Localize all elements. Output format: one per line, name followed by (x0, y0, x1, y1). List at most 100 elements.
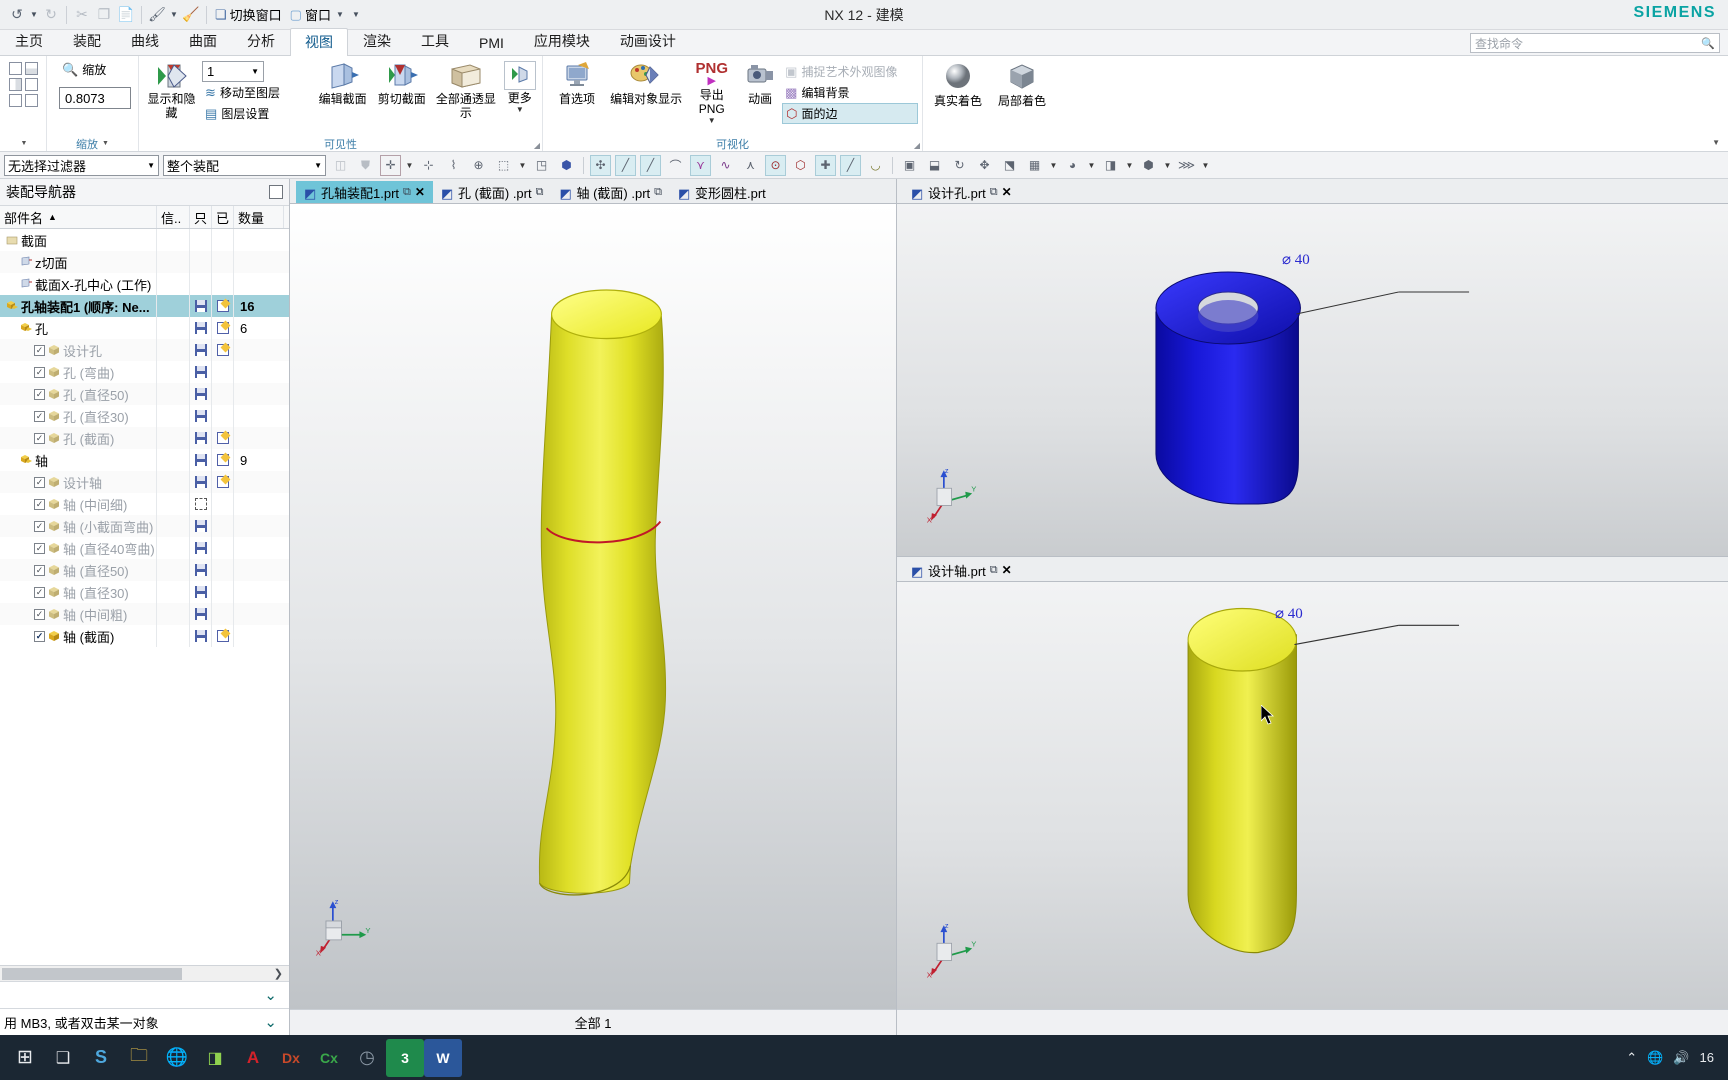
ribbon-tab-assembly[interactable]: 装配 (58, 27, 116, 55)
face-edges-button[interactable]: ⬡ 面的边 (782, 103, 918, 124)
face-select-icon[interactable]: ◳ (531, 155, 552, 176)
assembly-tree[interactable]: 截面 z切面 截面X-孔中心 (工作) 孔轴装配1 (顺序: Ne... 16 孔 6 ✓ 设计… (0, 229, 289, 965)
more-visibility-dropdown-icon[interactable]: ▼ (516, 105, 524, 114)
tree-row-name-cell[interactable]: ✓ 设计孔 (0, 339, 157, 361)
visibility-group-expand-icon[interactable]: ◢ (534, 141, 540, 150)
tree-row-checkbox[interactable]: ✓ (34, 564, 45, 576)
copy-icon[interactable]: ⧉ (990, 564, 998, 577)
copy-icon[interactable]: ⧉ (654, 186, 662, 199)
datum-icon[interactable]: ✚ (815, 154, 836, 176)
view-orient-dropdown-icon[interactable]: ▼ (1049, 161, 1058, 170)
layout-two-horizontal-icon[interactable] (25, 62, 38, 75)
tree-row-name-cell[interactable]: 孔轴装配1 (顺序: Ne... (0, 295, 157, 317)
zoom-group-dropdown-icon[interactable]: ▼ (102, 140, 109, 147)
tree-row-name-cell[interactable]: z切面 (0, 251, 157, 273)
pan-view-icon[interactable]: ✥ (974, 155, 995, 176)
ribbon-tab-tools[interactable]: 工具 (406, 27, 464, 55)
tree-row[interactable]: ✓ 轴 (中间细) (0, 493, 289, 515)
copy-icon[interactable]: ⧉ (990, 186, 998, 199)
tree-row[interactable]: 孔轴装配1 (顺序: Ne... 16 (0, 295, 289, 317)
undo-icon[interactable]: ↺ (6, 4, 28, 26)
snap-point-dropdown-icon[interactable]: ▼ (405, 161, 414, 170)
paste-icon[interactable]: 📄 (115, 4, 137, 26)
move-object-dropdown-icon[interactable]: ▼ (1201, 161, 1210, 170)
spline-icon[interactable]: ⋎ (690, 154, 711, 176)
polygon-icon[interactable]: ⬡ (790, 155, 811, 176)
snap-point-icon[interactable]: ✛ (380, 154, 401, 176)
chevron-down-icon[interactable]: ▼ (139, 161, 155, 170)
scrollbar-thumb[interactable] (2, 967, 182, 980)
tree-row[interactable]: ✓ 轴 (直径50) (0, 559, 289, 581)
tree-row-checkbox[interactable]: ✓ (34, 608, 45, 620)
tree-row[interactable]: 孔6 (0, 317, 289, 339)
edit-background-button[interactable]: ▩ 编辑背景 (782, 82, 918, 103)
taskbar-app-browser-globe[interactable]: 🌐 (158, 1039, 196, 1077)
edit-object-display-button[interactable]: 编辑对象显示 (609, 59, 683, 109)
more-visibility-button[interactable]: 更多 ▼ (502, 59, 538, 116)
eraser-icon[interactable]: 🧹 (180, 4, 202, 26)
sketch-curve-icon[interactable]: ◡ (865, 155, 886, 176)
realistic-shading-button[interactable]: 真实着色 (927, 59, 989, 111)
taskbar-app-word[interactable]: W (424, 1038, 462, 1077)
chevron-down-icon[interactable]: ▼ (306, 161, 322, 170)
arc-icon[interactable]: ⌒ (665, 155, 686, 176)
tray-sound-icon[interactable]: 🔊 (1673, 1050, 1689, 1066)
export-png-dropdown-icon[interactable]: ▼ (708, 116, 716, 125)
show-all-transparent-button[interactable]: 全部通透显示 (432, 59, 499, 123)
line-two-point-icon[interactable]: ╱ (640, 154, 661, 176)
layer-dropdown-icon[interactable]: ▼ (251, 67, 263, 76)
curve-studio-icon[interactable]: ✣ (590, 154, 611, 176)
move-object-icon[interactable]: ⋙ (1176, 155, 1197, 176)
snap-center-icon[interactable]: ⊕ (468, 155, 489, 176)
zoom-window-icon[interactable]: ▣ (899, 155, 920, 176)
tree-row[interactable]: ✓ 轴 (直径30) (0, 581, 289, 603)
taskbar-app-clock[interactable]: ◷ (348, 1039, 386, 1077)
tree-row-name-cell[interactable]: ✓ 孔 (弯曲) (0, 361, 157, 383)
studio-spline-icon[interactable]: ∿ (715, 155, 736, 176)
tree-row-checkbox[interactable]: ✓ (34, 476, 45, 488)
document-tab-design-hole[interactable]: ◩ 设计孔.prt ⧉ ✕ (903, 181, 1020, 203)
close-icon[interactable]: ✕ (415, 185, 425, 199)
select-feature-icon[interactable]: ⛊ (355, 155, 376, 176)
layer-number-input[interactable]: 1 ▼ (202, 61, 265, 82)
shaded-style-icon[interactable]: ◕ (1062, 155, 1083, 176)
chevron-down-icon[interactable]: ⌄ (264, 1013, 277, 1031)
point-icon[interactable]: ⊙ (765, 154, 786, 176)
tree-row-name-cell[interactable]: ✓ 轴 (直径40弯曲) (0, 537, 157, 559)
tray-network-icon[interactable]: 🌐 (1647, 1050, 1663, 1066)
tree-row[interactable]: ✓ 孔 (截面) (0, 427, 289, 449)
column-header-modified[interactable]: 已 (212, 206, 234, 228)
tree-row-checkbox[interactable]: ✓ (34, 498, 45, 510)
rectangle-select-dropdown-icon[interactable]: ▼ (518, 161, 527, 170)
document-tab-deformed-cylinder[interactable]: ◩ 变形圆柱.prt (670, 181, 774, 203)
select-general-objects-icon[interactable]: ◫ (330, 155, 351, 176)
tree-row-checkbox[interactable]: ✓ (34, 410, 45, 422)
deformed-shaft-model[interactable] (290, 204, 896, 1009)
column-header-info[interactable]: 信.. (157, 206, 190, 228)
animation-button[interactable]: 动画 (740, 59, 780, 109)
tree-row[interactable]: 截面 (0, 229, 289, 251)
tree-row[interactable]: ✓ 轴 (中间粗) (0, 603, 289, 625)
layout-six-icon[interactable] (25, 94, 38, 107)
window-dropdown-icon[interactable]: ▼ (334, 10, 346, 19)
tree-row-checkbox[interactable]: ✓ (34, 586, 45, 598)
tree-row-name-cell[interactable]: ✓ 孔 (直径30) (0, 405, 157, 427)
layer-settings-button[interactable]: ▤ 图层设置 (202, 103, 312, 124)
show-hide-button[interactable]: 显示和隐藏 (143, 59, 200, 123)
qat-customize-icon[interactable]: ▼ (350, 10, 362, 19)
taskbar-app-nx[interactable]: ◨ (196, 1039, 234, 1077)
column-header-quantity[interactable]: 数量 (234, 206, 284, 228)
hole-viewport-canvas[interactable]: ⌀ 40 z Y X (897, 204, 1728, 556)
tree-row[interactable]: ✓ 孔 (直径30) (0, 405, 289, 427)
rectangle-select-icon[interactable]: ⬚ (493, 155, 514, 176)
tree-row-name-cell[interactable]: 轴 (0, 449, 157, 471)
taskbar-app-browser-s[interactable]: S (82, 1039, 120, 1077)
copy-icon[interactable]: ⧉ (403, 186, 411, 199)
zoom-value-input[interactable]: 0.8073 (59, 87, 131, 109)
ribbon-tab-analysis[interactable]: 分析 (232, 27, 290, 55)
shaded-style-dropdown-icon[interactable]: ▼ (1087, 161, 1096, 170)
cut-icon[interactable]: ✂ (71, 4, 93, 26)
line-icon[interactable]: ╱ (615, 154, 636, 176)
layer-visible-icon[interactable]: ⬢ (1138, 155, 1159, 176)
taskbar-app-excel[interactable]: 3 (386, 1038, 424, 1077)
